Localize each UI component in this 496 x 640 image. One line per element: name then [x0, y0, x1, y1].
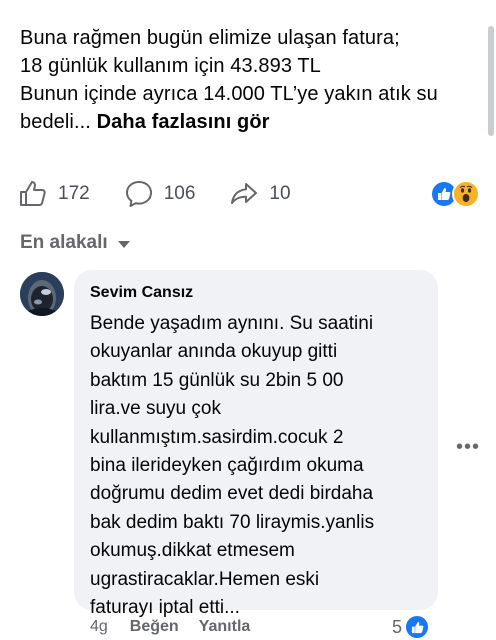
comment-time[interactable]: 4g [90, 618, 108, 636]
comment-text-line: ugrastiracaklar.Hemen eski [90, 568, 320, 590]
wow-icon [452, 180, 480, 208]
comment-text-line: kullanmıştım.sasirdim.cocuk 2 [90, 426, 344, 448]
see-more-link[interactable]: Daha fazlasını gör [97, 111, 270, 133]
post-text-line: Buna rağmen bugün elimize ulaşan fatura; [20, 27, 400, 49]
caret-down-icon [117, 241, 130, 248]
share-arrow-icon [229, 179, 259, 209]
comment-text-line: bak dedim baktı 70 liraymis.yanlis [90, 511, 375, 533]
like-count: 172 [58, 183, 90, 204]
like-button[interactable]: 172 [18, 179, 90, 209]
more-options-icon[interactable]: ••• [456, 436, 480, 459]
comment-text-line: baktım 15 günlük su 2bin 5 00 [90, 369, 344, 391]
post-action-bar: 172 106 10 [18, 176, 488, 212]
avatar[interactable] [20, 272, 64, 316]
comment-text-line: lira.ve suyu çok [90, 398, 221, 420]
comment-text: Bende yaşadım aynını. Su saatini okuyanl… [90, 310, 430, 622]
sort-label: En alakalı [20, 232, 108, 253]
post-text: Buna rağmen bugün elimize ulaşan fatura;… [20, 24, 480, 136]
comment-button[interactable]: 106 [124, 179, 196, 209]
comment-like-button[interactable]: Beğen [130, 618, 179, 636]
post-text-line: 18 günlük kullanım için 43.893 TL [20, 55, 321, 77]
like-icon [404, 614, 431, 640]
comment-text-line: Bende yaşadım aynını. Su saatini [90, 313, 374, 334]
comment-reply-button[interactable]: Yanıtla [199, 618, 251, 636]
comment-count: 106 [163, 183, 196, 204]
reaction-summary[interactable] [430, 178, 486, 210]
comment-reaction-count[interactable]: 5 [392, 614, 431, 640]
post-text-line: Bunun içinde ayrıca 14.000 TL’ye yakın a… [20, 83, 438, 105]
share-count: 10 [269, 183, 291, 204]
scrollbar[interactable] [488, 26, 494, 136]
comment-text-line: okuyanlar anında okuyup gitti [90, 341, 338, 363]
comment-text-line: bina ilerideyken çağırdım okuma [90, 455, 364, 477]
comment-meta: 4g Beğen Yanıtla [90, 618, 270, 636]
comment-bubble: Sevim Cansız Bende yaşadım aynını. Su sa… [74, 270, 438, 618]
comment-bubble-icon [124, 179, 154, 209]
comment-reaction-number: 5 [392, 616, 403, 637]
post-text-fragment: bedeli... [20, 111, 97, 133]
share-button[interactable]: 10 [229, 179, 291, 209]
comment-text-line: okumuş.dikkat etmesem [90, 540, 295, 562]
post-text-line: bedeli... Daha fazlasını gör [20, 108, 480, 136]
comment-sort-dropdown[interactable]: En alakalı [20, 232, 130, 254]
comment-author[interactable]: Sevim Cansız [90, 284, 193, 302]
comment-text-line: doğrumu dedim evet dedi birdaha [90, 483, 374, 505]
thumbs-up-icon [18, 179, 48, 209]
